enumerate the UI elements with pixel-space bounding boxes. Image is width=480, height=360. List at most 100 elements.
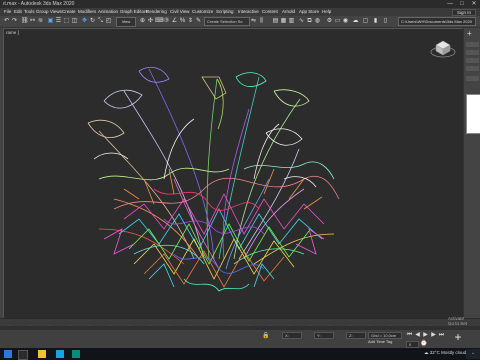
lock-selection-icon[interactable]: 🔒 bbox=[262, 332, 269, 340]
edit-named-selection-icon[interactable]: ✎ bbox=[195, 17, 202, 25]
snaps-toggle-icon[interactable]: ③ bbox=[163, 17, 170, 25]
sign-in-button[interactable]: Sign In bbox=[452, 9, 477, 16]
keyboard-shortcut-icon[interactable]: ⌨ bbox=[155, 17, 164, 25]
undo-icon[interactable]: ↶ bbox=[3, 17, 10, 25]
curve-editor-icon[interactable]: ∿ bbox=[298, 17, 305, 25]
schematic-view-icon[interactable]: ⧉ bbox=[306, 17, 313, 25]
menu-edit[interactable]: Edit bbox=[14, 9, 22, 14]
add-time-tag-button[interactable]: Add Time Tag bbox=[368, 339, 392, 344]
align-icon[interactable]: ⫼ bbox=[258, 17, 265, 25]
rotate-icon[interactable]: ↻ bbox=[89, 17, 96, 25]
placement-icon[interactable]: ◰ bbox=[105, 17, 112, 25]
select-object-icon[interactable]: ▣ bbox=[47, 17, 54, 25]
current-frame-field[interactable]: 0 bbox=[406, 341, 419, 348]
unlink-icon[interactable]: ⚯ bbox=[29, 17, 36, 25]
panel-slot[interactable] bbox=[466, 58, 479, 63]
close-button[interactable]: ✕ bbox=[468, 0, 480, 8]
cloud-icon: ☁ bbox=[424, 350, 429, 355]
menu-file[interactable]: File bbox=[4, 9, 11, 14]
previous-frame-icon[interactable]: ◀ bbox=[414, 331, 421, 339]
toggle-scene-explorer-icon[interactable]: ▤ bbox=[272, 17, 279, 25]
windows-taskbar bbox=[0, 348, 480, 360]
window-crossing-icon[interactable]: ◫ bbox=[71, 17, 78, 25]
project-path-field[interactable]: C:\Users\WH\Documents\3ds Max 2020 bbox=[398, 17, 476, 26]
notification-tray[interactable]: ^ bbox=[466, 349, 480, 359]
menu-civil-view[interactable]: Civil View bbox=[170, 9, 189, 14]
start-icon[interactable] bbox=[4, 350, 12, 358]
menu-views[interactable]: Views bbox=[50, 9, 62, 14]
menu-interactive[interactable]: Interactive bbox=[238, 9, 259, 14]
mirror-icon[interactable]: ⇋ bbox=[250, 17, 257, 25]
material-editor-icon[interactable]: ◍ bbox=[314, 17, 321, 25]
render-production-icon[interactable]: ◉ bbox=[342, 17, 349, 25]
select-manipulate-icon[interactable]: ✣ bbox=[147, 17, 154, 25]
plant-wireframe-model bbox=[87, 66, 340, 292]
menu-content[interactable]: Content bbox=[262, 9, 278, 14]
region-select-icon[interactable]: ⬚ bbox=[63, 17, 70, 25]
chevron-up-icon[interactable]: ^ bbox=[472, 351, 474, 356]
y-coordinate-field[interactable]: Y: bbox=[314, 332, 334, 339]
panel-slot[interactable] bbox=[466, 76, 479, 81]
maxscript-listener-icon[interactable]: + bbox=[452, 330, 464, 344]
percent-snap-icon[interactable]: % bbox=[179, 17, 186, 25]
activate-line2: Go to Set bbox=[448, 321, 468, 326]
viewcube-icon[interactable] bbox=[430, 38, 456, 58]
spinner-snap-icon[interactable]: ⇕ bbox=[187, 17, 194, 25]
minimize-button[interactable]: — bbox=[444, 0, 456, 8]
maximize-button[interactable]: □ bbox=[456, 0, 468, 8]
time-configuration-icon[interactable]: ⌚ bbox=[420, 340, 427, 348]
a360-gallery-icon[interactable]: ▢ bbox=[362, 17, 369, 25]
select-by-name-icon[interactable]: ☰ bbox=[55, 17, 62, 25]
next-frame-icon[interactable]: ▶ bbox=[430, 331, 437, 339]
3ds-max-taskbar-icon[interactable] bbox=[72, 350, 80, 358]
command-panel: + bbox=[463, 28, 480, 317]
x-coordinate-field[interactable]: X: bbox=[282, 332, 302, 339]
menu-graph-editors[interactable]: Graph Editors bbox=[120, 9, 148, 14]
render-in-cloud-icon[interactable]: ☁ bbox=[352, 17, 359, 25]
create-tab-icon[interactable]: + bbox=[467, 29, 472, 38]
pivot-center-icon[interactable]: ⊕ bbox=[139, 17, 146, 25]
app-icon[interactable] bbox=[56, 350, 64, 358]
redo-icon[interactable]: ↷ bbox=[11, 17, 18, 25]
modifier-stack-list[interactable] bbox=[466, 94, 480, 134]
file-explorer-icon[interactable] bbox=[38, 350, 46, 358]
menu-tools[interactable]: Tools bbox=[24, 9, 35, 14]
menu-rendering[interactable]: Rendering bbox=[146, 9, 167, 14]
rendered-frame-window-icon[interactable]: ▭ bbox=[334, 17, 341, 25]
z-coordinate-field[interactable]: Z: bbox=[346, 332, 366, 339]
menu-group[interactable]: Group bbox=[36, 9, 49, 14]
menu-create[interactable]: Create bbox=[62, 9, 76, 14]
angle-snap-icon[interactable]: ∠ bbox=[171, 17, 178, 25]
task-view-icon[interactable] bbox=[18, 350, 28, 360]
grid-readout: Grid = 10,0cm bbox=[368, 332, 402, 339]
play-icon[interactable]: ▶ bbox=[422, 331, 429, 339]
panel-slot[interactable] bbox=[466, 50, 479, 55]
menu-app-store[interactable]: App Store bbox=[299, 9, 319, 14]
weather-widget[interactable]: ☁ 32°C Mostly cloudy bbox=[424, 350, 468, 356]
scale-icon[interactable]: ⤡ bbox=[97, 17, 104, 25]
perspective-viewport[interactable]: rame ] bbox=[3, 28, 464, 319]
menu-customize[interactable]: Customize bbox=[192, 9, 213, 14]
panel-slot[interactable] bbox=[466, 42, 479, 47]
go-to-end-icon[interactable]: ⏭ bbox=[438, 331, 445, 339]
bind-space-warp-icon[interactable]: ≋ bbox=[37, 17, 44, 25]
menu-scripting[interactable]: Scripting bbox=[216, 9, 234, 14]
menu-help[interactable]: Help bbox=[322, 9, 331, 14]
weather-temp: 32°C bbox=[429, 350, 440, 355]
menu-animation[interactable]: Animation bbox=[98, 9, 118, 14]
panel-slot[interactable] bbox=[466, 66, 479, 71]
workspace-icon[interactable]: ▯ bbox=[382, 17, 389, 25]
status-bar: 🔒 X: Y: Z: Grid = 10,0cm ⏮ ◀ ▶ ▶ ⏭ 0 ⌚ bbox=[0, 330, 480, 348]
go-to-start-icon[interactable]: ⏮ bbox=[406, 331, 413, 339]
menu-arnold[interactable]: Arnold bbox=[282, 9, 295, 14]
reference-coordinate-dropdown[interactable]: View bbox=[116, 17, 136, 27]
render-setup-icon[interactable]: ⚙ bbox=[326, 17, 333, 25]
project-folder-icon[interactable]: ▮ bbox=[372, 17, 379, 25]
menu-bar: File Edit Tools Group Views Create Modif… bbox=[0, 8, 480, 16]
move-icon[interactable]: ✥ bbox=[81, 17, 88, 25]
named-selection-set-dropdown[interactable]: Create Selection Se bbox=[204, 17, 250, 26]
link-icon[interactable]: ⛓ bbox=[21, 17, 29, 25]
toggle-ribbon-icon[interactable]: ▥ bbox=[288, 17, 295, 25]
menu-modifiers[interactable]: Modifiers bbox=[78, 9, 96, 14]
toggle-layer-explorer-icon[interactable]: ▦ bbox=[280, 17, 287, 25]
